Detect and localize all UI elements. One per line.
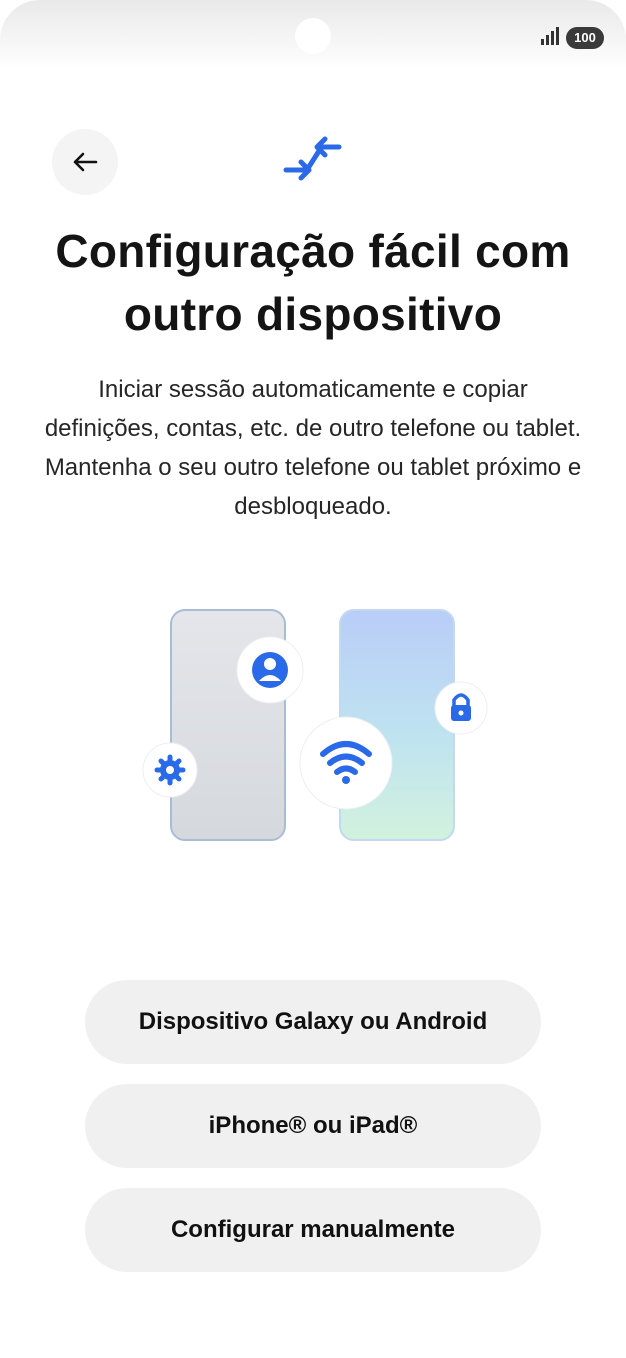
battery-indicator: 100 (566, 27, 604, 49)
wifi-icon (299, 716, 393, 810)
arrow-left-icon (73, 152, 98, 172)
status-bar: 100 (0, 0, 626, 70)
signal-bars-icon (541, 27, 559, 45)
person-icon (236, 636, 304, 704)
camera-cutout (295, 18, 331, 54)
manual-setup-button[interactable]: Configurar manualmente (85, 1188, 541, 1272)
galaxy-android-button[interactable]: Dispositivo Galaxy ou Android (85, 980, 541, 1064)
iphone-ipad-button[interactable]: iPhone® ou iPad® (85, 1084, 541, 1168)
page-subtitle: Iniciar sessão automaticamente e copiar … (44, 376, 582, 520)
page-title: Configuração fácil com outro dispositivo (55, 225, 571, 340)
lock-icon (434, 681, 488, 735)
back-button[interactable] (52, 129, 118, 195)
device-transfer-illustration (142, 609, 488, 841)
transfer-arrows-icon (283, 136, 342, 181)
gear-icon (142, 742, 198, 798)
